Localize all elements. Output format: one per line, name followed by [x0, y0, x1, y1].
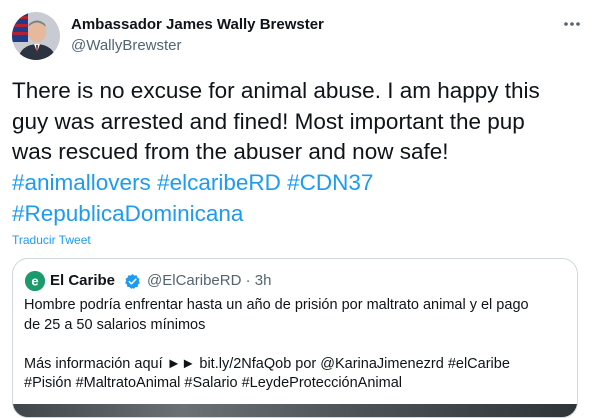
- hashtag-link[interactable]: #animallovers: [12, 170, 151, 195]
- author-handle[interactable]: @WallyBrewster: [71, 37, 182, 54]
- quote-media-image[interactable]: [13, 404, 577, 417]
- el-caribe-logo-icon: e: [25, 271, 45, 291]
- verified-badge-icon: [124, 273, 141, 290]
- quote-text-line: [24, 335, 564, 355]
- hashtag-link[interactable]: #elcaribeRD: [157, 170, 281, 195]
- tweet-text: There is no excuse for animal abuse. I a…: [12, 76, 588, 168]
- translate-tweet-link[interactable]: Traducir Tweet: [12, 233, 91, 247]
- quote-text-line: de 25 a 50 salarios mínimos: [24, 316, 206, 333]
- quote-avatar[interactable]: e: [25, 271, 45, 291]
- quote-text-line: Más información aquí ►► bit.ly/2NfaQob p…: [24, 355, 510, 372]
- quote-author-name[interactable]: El Caribe: [50, 272, 115, 289]
- quote-handle-time: @ElCaribeRD · 3h: [147, 272, 272, 289]
- tweet-text-line: There is no excuse for animal abuse. I a…: [12, 78, 540, 103]
- tweet-text-line: guy was arrested and fined! Most importa…: [12, 108, 525, 134]
- quote-text: Hombre podría enfrentar hasta un año de …: [24, 296, 564, 394]
- more-horizontal-icon[interactable]: [560, 14, 584, 34]
- quoted-tweet[interactable]: e El Caribe @ElCaribeRD · 3h Hombre podr…: [12, 258, 578, 418]
- svg-text:e: e: [31, 274, 38, 289]
- quote-text-line: #Pisión #MaltratoAnimal #Salario #LeydeP…: [24, 375, 403, 391]
- hashtag-link[interactable]: #CDN37: [287, 170, 373, 195]
- tweet: Ambassador James Wally Brewster @WallyBr…: [0, 0, 598, 418]
- quote-text-line: Hombre podría enfrentar hasta un año de …: [24, 297, 529, 313]
- tweet-text-line: was rescued from the abuser and now safe…: [12, 139, 449, 164]
- author-avatar[interactable]: [12, 12, 60, 60]
- tweet-hashtags: #animallovers #elcaribeRD #CDN37 #Republ…: [12, 168, 588, 229]
- author-name[interactable]: Ambassador James Wally Brewster: [71, 16, 324, 33]
- hashtag-link[interactable]: #RepublicaDominicana: [12, 201, 243, 226]
